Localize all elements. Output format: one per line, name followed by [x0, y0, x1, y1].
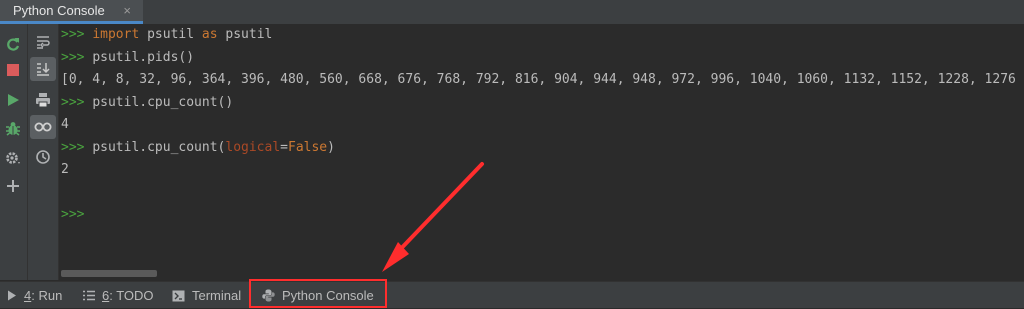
add-icon[interactable]: [0, 174, 26, 198]
terminal-icon: [172, 290, 185, 302]
console-prompt: >>>: [61, 207, 85, 222]
code-token: =: [280, 139, 288, 155]
debug-icon[interactable]: [0, 117, 26, 141]
tab-todo-label: : TODO: [109, 288, 154, 303]
console-input-line: >>> psutil.pids(): [61, 48, 194, 68]
console-output-line: 4: [61, 117, 69, 132]
code-token: psutil.cpu_count(): [92, 94, 234, 110]
bottom-tool-window-bar: 4: Run 6: TODO Terminal Python Console: [0, 281, 1024, 308]
tab-todo[interactable]: 6: TODO: [83, 282, 154, 309]
console-input-line: >>> psutil.cpu_count(): [61, 93, 233, 113]
console-prompt: >>>: [61, 94, 85, 110]
console-output-line: [0, 4, 8, 32, 96, 364, 396, 480, 560, 66…: [61, 72, 1016, 87]
tab-run[interactable]: 4: Run: [7, 282, 62, 309]
code-token: psutil: [139, 27, 202, 42]
annotation-highlight-box: [249, 279, 387, 308]
todo-list-icon: [83, 290, 95, 301]
settings-icon[interactable]: [0, 146, 26, 170]
tool-window-header: Python Console ×: [0, 0, 1024, 24]
code-token: psutil.pids(): [92, 49, 195, 65]
scrollbar-thumb[interactable]: [61, 270, 157, 277]
console-prompt: >>>: [61, 139, 85, 155]
code-token: psutil.cpu_count(: [92, 139, 226, 155]
tab-python-console[interactable]: Python Console ×: [0, 0, 143, 24]
tab-terminal-label: Terminal: [192, 288, 242, 303]
horizontal-scrollbar[interactable]: [59, 268, 1024, 278]
close-icon[interactable]: ×: [123, 0, 131, 21]
left-toolbar: [0, 24, 28, 280]
rerun-icon[interactable]: [0, 32, 26, 56]
code-token: logical: [225, 139, 281, 155]
console-input-line: >>> import psutil as psutil: [61, 25, 272, 45]
console-toolbar: [28, 24, 59, 280]
code-token: psutil: [217, 27, 273, 42]
console-prompt: >>>: [61, 49, 85, 65]
console-prompt-line: >>>: [61, 205, 84, 225]
tab-terminal[interactable]: Terminal: [172, 282, 241, 309]
code-token: False: [288, 139, 328, 155]
tab-run-label: : Run: [31, 288, 63, 303]
console-prompt: >>>: [61, 27, 85, 42]
code-token: ): [327, 139, 335, 155]
run-triangle-icon: [7, 290, 17, 301]
scroll-to-end-icon[interactable]: [30, 57, 56, 81]
console-output[interactable]: >>> import psutil as psutil >>> psutil.pi…: [59, 24, 1024, 280]
tab-label: Python Console: [13, 3, 105, 18]
soft-wrap-icon[interactable]: [30, 30, 56, 54]
run-icon[interactable]: [0, 88, 26, 112]
code-token: as: [201, 27, 218, 42]
tab-todo-number: 6: [102, 288, 110, 303]
show-variables-icon[interactable]: [30, 115, 56, 139]
code-token: import: [92, 27, 140, 42]
console-input-line: >>> psutil.cpu_count(logical=False): [61, 138, 335, 158]
stop-icon[interactable]: [0, 58, 26, 82]
console-output-line: 2: [61, 162, 69, 177]
print-icon[interactable]: [30, 88, 56, 112]
history-icon[interactable]: [30, 145, 56, 169]
tab-run-number: 4: [24, 288, 32, 303]
